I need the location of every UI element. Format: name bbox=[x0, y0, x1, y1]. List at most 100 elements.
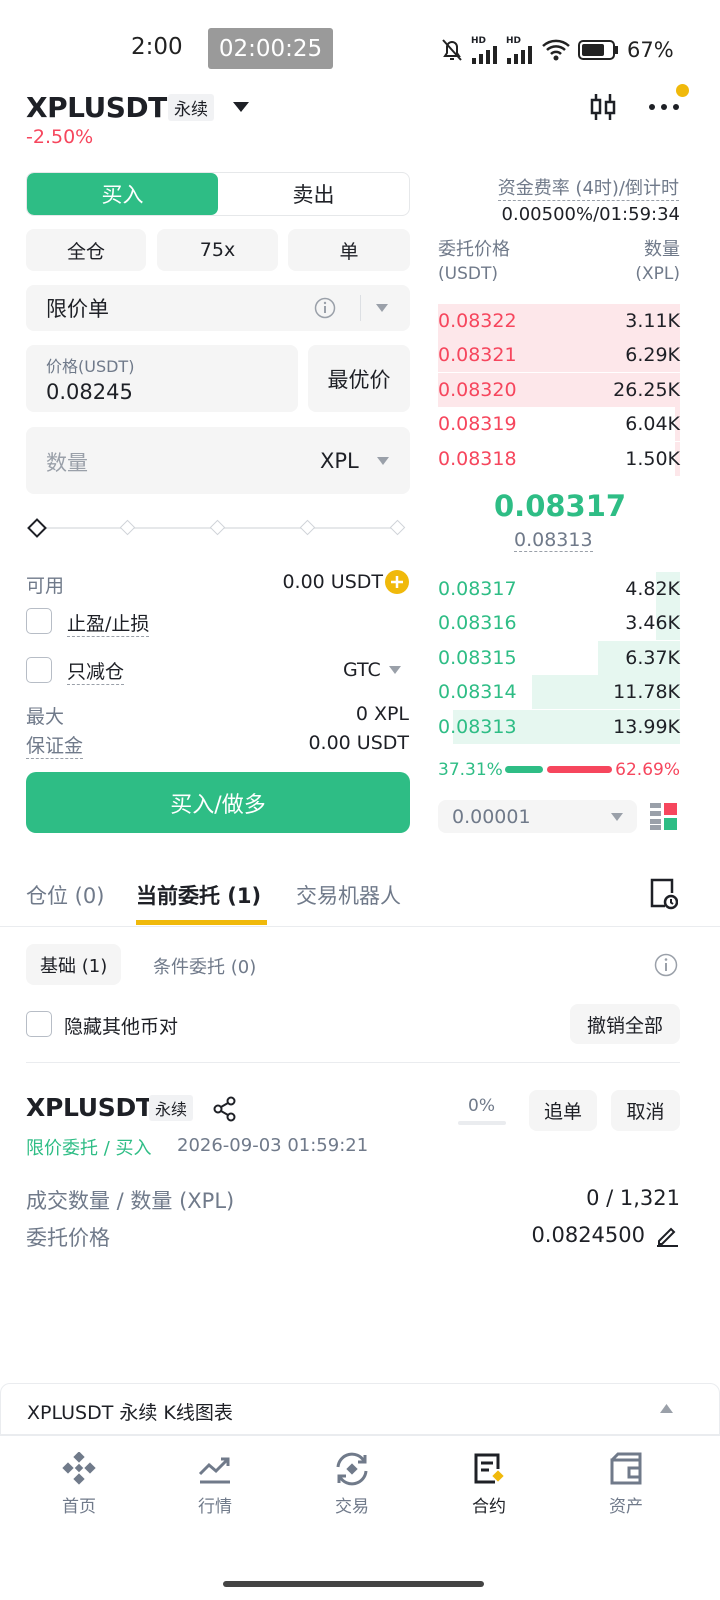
price-input[interactable]: 价格(USDT) 0.08245 bbox=[26, 345, 298, 412]
ask-row[interactable]: 0.08322 3.11K bbox=[438, 304, 680, 338]
edit-pencil-icon[interactable] bbox=[655, 1223, 680, 1248]
caret-up-icon[interactable] bbox=[660, 1404, 673, 1413]
precision-value: 0.00001 bbox=[452, 805, 531, 828]
position-mode-button[interactable]: 单 bbox=[288, 229, 410, 271]
futures-icon bbox=[474, 1453, 504, 1484]
order-history-icon[interactable] bbox=[650, 878, 678, 910]
bid-row[interactable]: 0.08317 4.82K bbox=[438, 572, 680, 606]
time-in-force-value: GTC bbox=[343, 659, 381, 681]
ask-price: 0.08318 bbox=[438, 447, 517, 470]
side-toggle: 买入 卖出 bbox=[26, 172, 410, 216]
quantity-placeholder: 数量 bbox=[46, 451, 88, 475]
chase-order-button[interactable]: 追单 bbox=[529, 1090, 597, 1131]
sell-tab[interactable]: 卖出 bbox=[218, 173, 409, 215]
reduce-only-label[interactable]: 只减仓 bbox=[67, 657, 125, 685]
price-input-value[interactable]: 0.08245 bbox=[46, 380, 133, 404]
buy-long-button[interactable]: 买入/做多 bbox=[26, 772, 410, 833]
quantity-unit[interactable]: XPL bbox=[320, 449, 359, 473]
reduce-only-checkbox[interactable] bbox=[26, 657, 52, 683]
kline-panel-bar[interactable]: XPLUSDT 永续 K线图表 bbox=[0, 1383, 720, 1435]
ask-row[interactable]: 0.08319 6.04K bbox=[438, 407, 680, 442]
filled-qty-label: 成交数量 / 数量 (XPL) bbox=[26, 1189, 235, 1213]
gesture-home-bar[interactable] bbox=[223, 1581, 484, 1587]
tab-trading-bots[interactable]: 交易机器人 bbox=[296, 880, 401, 910]
tpsl-label[interactable]: 止盈/止损 bbox=[67, 609, 150, 637]
share-icon[interactable] bbox=[212, 1096, 238, 1122]
bid-price: 0.08316 bbox=[438, 612, 517, 635]
sell-ratio: 62.69% bbox=[615, 760, 680, 780]
battery-icon bbox=[578, 40, 618, 60]
filter-basic[interactable]: 基础 (1) bbox=[26, 944, 122, 985]
bid-row[interactable]: 0.08315 6.37K bbox=[438, 640, 680, 675]
margin-mode-button[interactable]: 全仓 bbox=[26, 229, 146, 271]
buy-tab[interactable]: 买入 bbox=[27, 173, 218, 215]
info-icon[interactable] bbox=[314, 297, 336, 319]
mark-price[interactable]: 0.08313 bbox=[514, 529, 593, 552]
ask-qty: 1.50K bbox=[625, 447, 680, 470]
candlestick-chart-icon[interactable] bbox=[589, 92, 617, 122]
select-divider bbox=[360, 295, 361, 321]
market-icon bbox=[198, 1457, 230, 1484]
book-layout-icon[interactable] bbox=[650, 803, 677, 830]
order-type-label: 限价单 bbox=[46, 297, 109, 321]
leverage-button[interactable]: 75x bbox=[157, 229, 278, 271]
order-type-side: 限价委托 / 买入 bbox=[26, 1138, 152, 1159]
slider-stop-50[interactable] bbox=[209, 519, 226, 536]
time-in-force-select[interactable]: GTC bbox=[343, 659, 401, 681]
order-type-select[interactable]: 限价单 bbox=[26, 285, 410, 331]
ask-row[interactable]: 0.08321 6.29K bbox=[438, 338, 680, 373]
ratio-sell-fill bbox=[547, 766, 612, 773]
slider-handle[interactable] bbox=[27, 518, 47, 538]
bid-qty: 3.46K bbox=[625, 612, 680, 635]
kline-panel-label: XPLUSDT 永续 K线图表 bbox=[27, 1402, 233, 1424]
precision-select[interactable]: 0.00001 bbox=[438, 800, 637, 833]
tab-positions[interactable]: 仓位 (0) bbox=[26, 880, 104, 910]
order-datetime: 2026-09-03 01:59:21 bbox=[177, 1135, 369, 1156]
nav-label: 合约 bbox=[472, 1497, 506, 1517]
hide-other-pairs-label[interactable]: 隐藏其他币对 bbox=[64, 1012, 178, 1039]
best-price-button[interactable]: 最优价 bbox=[308, 345, 410, 412]
cancel-order-button[interactable]: 取消 bbox=[611, 1090, 680, 1131]
filters-divider bbox=[26, 1062, 680, 1063]
nav-assets[interactable]: 资产 bbox=[584, 1452, 668, 1517]
quantity-input[interactable]: 数量 XPL bbox=[26, 427, 410, 494]
wifi-icon bbox=[542, 39, 570, 61]
caret-down-icon[interactable] bbox=[232, 100, 250, 114]
order-pair[interactable]: XPLUSDT bbox=[26, 1093, 153, 1122]
add-funds-icon[interactable] bbox=[385, 570, 409, 594]
bid-row[interactable]: 0.08316 3.46K bbox=[438, 606, 680, 641]
notification-dot bbox=[676, 84, 689, 97]
bid-row[interactable]: 0.08313 13.99K bbox=[438, 709, 680, 744]
info-icon[interactable] bbox=[654, 953, 678, 977]
signal-icon bbox=[472, 45, 497, 64]
ask-price: 0.08319 bbox=[438, 413, 517, 436]
cancel-all-button[interactable]: 撤销全部 bbox=[570, 1004, 680, 1044]
nav-trade[interactable]: 交易 bbox=[310, 1452, 394, 1517]
nav-futures[interactable]: 合约 bbox=[447, 1452, 531, 1517]
pair-title[interactable]: XPLUSDT bbox=[26, 91, 167, 124]
bid-price: 0.08314 bbox=[438, 681, 517, 704]
ask-row[interactable]: 0.08318 1.50K bbox=[438, 441, 680, 476]
fill-progress-bar bbox=[458, 1121, 506, 1125]
nav-market[interactable]: 行情 bbox=[173, 1452, 257, 1517]
nav-label: 首页 bbox=[62, 1497, 96, 1517]
hide-other-pairs-checkbox[interactable] bbox=[26, 1011, 52, 1037]
bid-row[interactable]: 0.08314 11.78K bbox=[438, 675, 680, 710]
margin-label[interactable]: 保证金 bbox=[26, 731, 84, 759]
price-column-unit: (USDT) bbox=[438, 264, 498, 284]
max-label: 最大 bbox=[26, 706, 65, 728]
slider-stop-75[interactable] bbox=[299, 519, 316, 536]
funding-rate-label[interactable]: 资金费率 (4时)/倒计时 bbox=[497, 174, 679, 201]
slider-stop-25[interactable] bbox=[119, 519, 136, 536]
slider-stop-100[interactable] bbox=[389, 519, 406, 536]
filter-conditional[interactable]: 条件委托 (0) bbox=[153, 953, 256, 979]
more-dots-icon[interactable] bbox=[648, 92, 680, 122]
tab-open-orders[interactable]: 当前委托 (1) bbox=[136, 880, 261, 910]
caret-down-icon[interactable] bbox=[377, 457, 389, 465]
bid-qty: 6.37K bbox=[625, 646, 680, 669]
tpsl-checkbox[interactable] bbox=[26, 608, 52, 634]
ask-row[interactable]: 0.08320 26.25K bbox=[438, 372, 680, 407]
nav-home[interactable]: 首页 bbox=[37, 1452, 121, 1517]
nav-label: 资产 bbox=[609, 1497, 643, 1517]
margin-value: 0.00 USDT bbox=[308, 732, 409, 754]
